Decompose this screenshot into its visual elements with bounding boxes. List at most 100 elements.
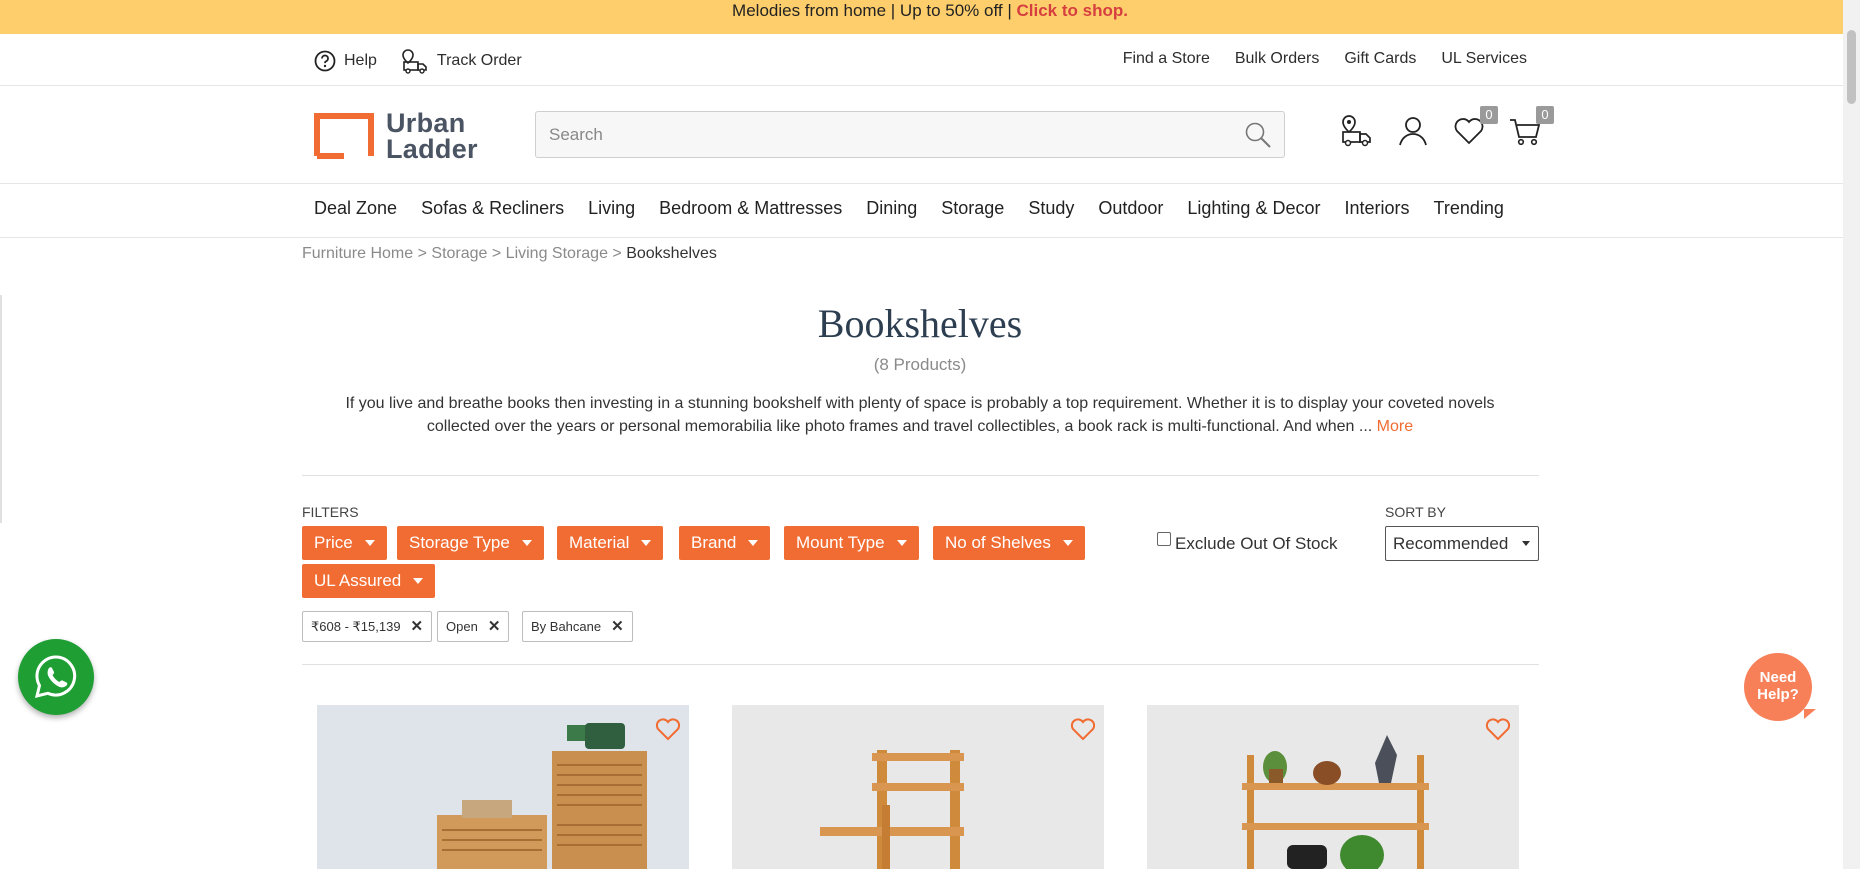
need-help-line1: Need (1759, 669, 1797, 686)
nav-lighting-decor[interactable]: Lighting & Decor (1187, 198, 1320, 219)
caret-down-icon (641, 540, 652, 546)
close-icon[interactable]: ✕ (488, 612, 501, 641)
product-image (732, 705, 1104, 869)
filter-no-of-shelves[interactable]: No of Shelves (933, 526, 1085, 560)
caret-down-icon (748, 540, 759, 546)
filter-label: Price (314, 533, 353, 552)
filters-label: FILTERS (302, 504, 359, 520)
cart-count-badge: 0 (1536, 106, 1554, 124)
nav-outdoor[interactable]: Outdoor (1098, 198, 1163, 219)
exclude-oos-checkbox[interactable] (1157, 532, 1171, 546)
truck-pin-icon (402, 49, 427, 74)
applied-filter-brand[interactable]: By Bahcane ✕ (522, 611, 633, 642)
filter-label: Mount Type (796, 533, 885, 552)
track-order-label: Track Order (436, 52, 522, 69)
user-icon (1399, 117, 1427, 146)
help-link[interactable]: Help (314, 48, 377, 74)
chip-label: By Bahcane (531, 619, 602, 634)
filter-brand[interactable]: Brand (679, 526, 771, 560)
breadcrumb-storage[interactable]: Storage (431, 245, 487, 262)
whatsapp-icon (34, 655, 77, 699)
breadcrumb-sep: > (487, 245, 506, 262)
product-card[interactable] (1147, 705, 1519, 869)
category-description: If you live and breathe books then inves… (314, 392, 1526, 438)
exclude-out-of-stock[interactable]: Exclude Out Of Stock (1157, 532, 1338, 554)
nav-living[interactable]: Living (588, 198, 635, 219)
promo-link[interactable]: Click to shop. (1016, 1, 1127, 20)
scrollbar-thumb[interactable] (1847, 30, 1856, 104)
description-text: If you live and breathe books then inves… (345, 395, 1495, 435)
page-scrollbar[interactable] (1843, 0, 1860, 869)
main-header: UrbanLadder 0 0 (0, 86, 1860, 184)
need-help-button[interactable]: Need Help? (1744, 653, 1816, 721)
whatsapp-button[interactable] (18, 639, 94, 715)
gift-cards-link[interactable]: Gift Cards (1344, 50, 1416, 68)
applied-filter-price[interactable]: ₹608 - ₹15,139 ✕ (302, 611, 433, 642)
filter-ul-assured[interactable]: UL Assured (302, 564, 436, 598)
filter-mount-type[interactable]: Mount Type (784, 526, 919, 560)
nav-dining[interactable]: Dining (866, 198, 917, 219)
filter-label: Material (569, 533, 630, 552)
more-link[interactable]: More (1377, 418, 1413, 435)
bulk-orders-link[interactable]: Bulk Orders (1235, 50, 1319, 68)
exclude-oos-label: Exclude Out Of Stock (1175, 534, 1338, 553)
nav-study[interactable]: Study (1028, 198, 1074, 219)
category-nav: Deal Zone Sofas & Recliners Living Bedro… (0, 184, 1860, 238)
nav-sofas-recliners[interactable]: Sofas & Recliners (421, 198, 564, 219)
applied-filter-open[interactable]: Open ✕ (437, 611, 510, 642)
divider (302, 664, 1539, 665)
filter-material[interactable]: Material (557, 526, 664, 560)
help-icon (314, 50, 336, 72)
filter-price[interactable]: Price (302, 526, 387, 560)
logo-line1: Urban (386, 108, 466, 138)
nav-interiors[interactable]: Interiors (1344, 198, 1409, 219)
filter-storage-type[interactable]: Storage Type (397, 526, 544, 560)
close-icon[interactable]: ✕ (411, 612, 424, 641)
page-title: Bookshelves (817, 301, 1023, 346)
store-locator-button[interactable] (1340, 114, 1374, 148)
logo-line2: Ladder (386, 134, 478, 164)
wishlist-heart-icon[interactable] (655, 717, 681, 741)
logo[interactable]: Urban Ladder (314, 108, 478, 164)
filter-label: Brand (691, 533, 737, 552)
nav-trending[interactable]: Trending (1434, 198, 1504, 219)
wishlist-count-badge: 0 (1480, 106, 1498, 124)
breadcrumb-sep: > (607, 245, 627, 262)
cart-button[interactable]: 0 (1508, 106, 1554, 148)
promo-banner[interactable]: Melodies from home | Up to 50% off | Cli… (0, 0, 1860, 34)
utility-bar: Help Track Order Find a Store Bulk Order… (0, 34, 1860, 86)
sort-select[interactable]: Recommended (1385, 526, 1539, 561)
search-icon[interactable] (1244, 121, 1272, 149)
need-help-line2: Help? (1757, 686, 1799, 703)
product-card[interactable] (732, 705, 1104, 869)
breadcrumb-living-storage[interactable]: Living Storage (506, 245, 608, 262)
product-image (1147, 705, 1519, 869)
chevron-down-icon (1522, 541, 1530, 546)
nav-bedroom-mattresses[interactable]: Bedroom & Mattresses (659, 198, 842, 219)
wishlist-heart-icon[interactable] (1070, 717, 1096, 741)
account-button[interactable] (1396, 114, 1430, 148)
divider (302, 475, 1539, 476)
track-order-link[interactable]: Track Order (401, 48, 522, 74)
find-store-link[interactable]: Find a Store (1123, 50, 1210, 68)
ul-services-link[interactable]: UL Services (1441, 50, 1527, 68)
sort-value: Recommended (1393, 534, 1509, 553)
close-icon[interactable]: ✕ (611, 612, 624, 641)
filter-label: Storage Type (409, 533, 510, 552)
logo-mark-icon (314, 113, 374, 159)
product-card[interactable] (317, 705, 689, 869)
nav-storage[interactable]: Storage (941, 198, 1004, 219)
chip-label: ₹608 - ₹15,139 (311, 619, 401, 634)
nav-deal-zone[interactable]: Deal Zone (314, 198, 397, 219)
caret-down-icon (896, 540, 907, 546)
product-image (317, 705, 689, 869)
sort-label: SORT BY (1385, 504, 1446, 520)
search-input[interactable] (536, 112, 1216, 157)
breadcrumb-sep: > (413, 245, 432, 262)
wishlist-heart-icon[interactable] (1485, 717, 1511, 741)
chip-label: Open (446, 619, 478, 634)
product-count: (8 Products) (873, 355, 967, 374)
wishlist-button[interactable]: 0 (1452, 106, 1498, 148)
breadcrumb-home[interactable]: Furniture Home (302, 245, 413, 262)
filter-label: No of Shelves (945, 533, 1051, 552)
